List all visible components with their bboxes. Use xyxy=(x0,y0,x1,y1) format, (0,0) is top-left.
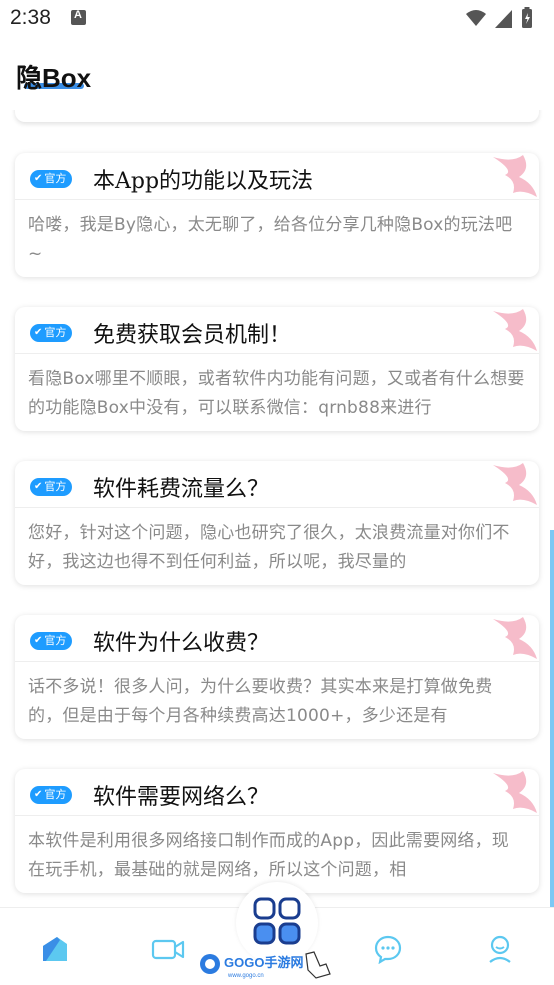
card-divider xyxy=(15,661,539,662)
bottom-tab-bar: GOGO手游网 www.gogo.cn xyxy=(0,882,554,985)
badge-label: 官方 xyxy=(44,788,67,801)
official-badge: ✔ 官方 xyxy=(30,478,73,496)
status-bar: 2:38 xyxy=(0,0,554,40)
card-divider xyxy=(15,507,539,508)
home-icon[interactable] xyxy=(40,934,70,964)
card-divider xyxy=(15,815,539,816)
post-feed[interactable]: ✔ 官方 本App的功能以及玩法 哈喽，我是By隐心，太无聊了，给各位分享几种隐B… xyxy=(0,110,554,907)
official-badge: ✔ 官方 xyxy=(30,324,73,342)
app-title: 隐Box xyxy=(16,63,92,93)
notification-a-icon xyxy=(71,9,86,25)
post-card[interactable]: ✔ 官方 免费获取会员机制！ 看隐Box哪里不顺眼，或者软件内功能有问题，又或者有… xyxy=(15,307,539,431)
signal-icon xyxy=(495,10,512,28)
post-title: 软件耗费流量么？ xyxy=(93,477,270,502)
post-title: 软件为什么收费？ xyxy=(93,631,270,656)
check-icon: ✔ xyxy=(34,327,43,338)
decorative-bird-icon xyxy=(493,771,537,813)
decorative-bird-icon xyxy=(493,155,537,197)
official-badge: ✔ 官方 xyxy=(30,170,73,188)
chat-bubble-icon[interactable] xyxy=(373,934,403,964)
badge-label: 官方 xyxy=(44,326,67,339)
badge-label: 官方 xyxy=(44,172,67,185)
decorative-bird-icon xyxy=(493,617,537,659)
check-icon: ✔ xyxy=(34,173,43,184)
wifi-icon xyxy=(466,10,486,26)
post-card[interactable]: ✔ 官方 本App的功能以及玩法 哈喽，我是By隐心，太无聊了，给各位分享几种隐B… xyxy=(15,153,539,277)
post-excerpt: 话不多说！很多人问，为什么要收费？其实本来是打算做免费的，但是由于每个月各种续费… xyxy=(28,677,493,726)
check-icon: ✔ xyxy=(34,789,43,800)
post-title: 软件需要网络么？ xyxy=(93,785,270,810)
badge-label: 官方 xyxy=(44,480,67,493)
post-card[interactable]: ✔ 官方 软件耗费流量么？ 您好，针对这个问题，隐心也研究了很久，太浪费流量对你们… xyxy=(15,461,539,585)
card-divider xyxy=(15,353,539,354)
official-badge: ✔ 官方 xyxy=(30,786,73,804)
profile-icon[interactable] xyxy=(485,934,515,964)
previous-card-edge xyxy=(15,110,539,122)
post-card[interactable]: ✔ 官方 软件为什么收费？ 话不多说！很多人问，为什么要收费？其实本来是打算做免费… xyxy=(15,615,539,739)
card-divider xyxy=(15,199,539,200)
decorative-bird-icon xyxy=(493,309,537,351)
official-badge: ✔ 官方 xyxy=(30,632,73,650)
scrollbar[interactable] xyxy=(550,530,554,910)
status-icons xyxy=(466,7,532,28)
app-header: 隐Box xyxy=(0,40,554,110)
post-excerpt: 看隐Box哪里不顺眼，或者软件内功能有问题，又或者有什么想要的功能隐Box中没有… xyxy=(28,369,525,418)
status-time: 2:38 xyxy=(10,6,51,29)
video-icon[interactable] xyxy=(151,934,185,964)
post-title: 本App的功能以及玩法 xyxy=(93,169,314,194)
post-excerpt: 本软件是利用很多网络接口制作而成的App，因此需要网络，现在玩手机，最基础的就是… xyxy=(28,831,510,880)
apps-grid-icon xyxy=(253,897,301,945)
post-excerpt: 哈喽，我是By隐心，太无聊了，给各位分享几种隐Box的玩法吧~ xyxy=(28,215,513,264)
watermark-logo: GOGO手游网 www.gogo.cn xyxy=(200,951,331,979)
watermark-url: www.gogo.cn xyxy=(227,973,264,979)
post-title: 免费获取会员机制！ xyxy=(93,323,292,348)
badge-label: 官方 xyxy=(44,634,67,647)
post-card[interactable]: ✔ 官方 软件需要网络么？ 本软件是利用很多网络接口制作而成的App，因此需要网络… xyxy=(15,769,539,893)
check-icon: ✔ xyxy=(34,481,43,492)
decorative-bird-icon xyxy=(493,463,537,505)
post-excerpt: 您好，针对这个问题，隐心也研究了很久，太浪费流量对你们不好，我这边也得不到任何利… xyxy=(28,523,510,572)
check-icon: ✔ xyxy=(34,635,43,646)
watermark-brand: GOGO手游网 xyxy=(224,955,303,970)
